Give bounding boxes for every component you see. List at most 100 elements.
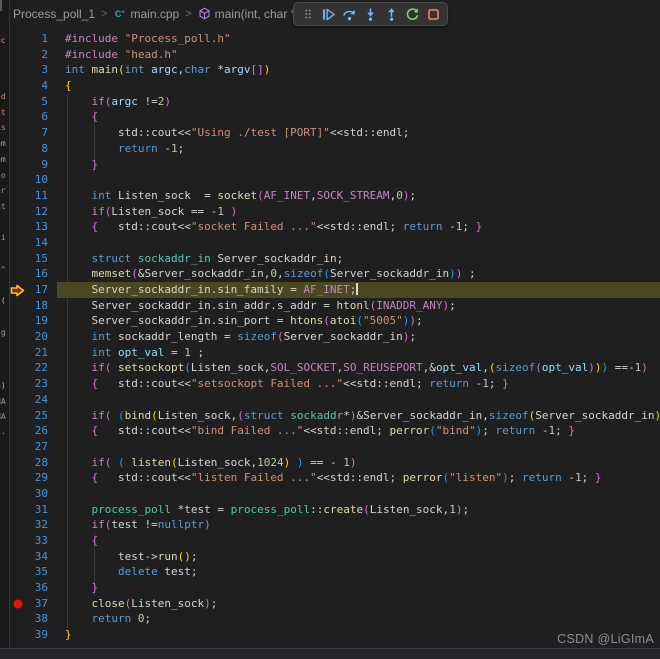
code-text: std::cout<<"Using ./test [PORT]"<<std::e… — [65, 126, 410, 140]
line-number[interactable]: 16 — [10, 266, 48, 282]
code-line[interactable]: 24 — [10, 392, 660, 408]
code-line[interactable]: 21 int opt_val = 1 ; — [10, 345, 660, 361]
code-line[interactable]: 26 { std::cout<<"bind Failed ..."<<std::… — [10, 423, 660, 439]
line-number[interactable]: 28 — [10, 455, 48, 471]
code-line[interactable]: 15 struct sockaddr_in Server_sockaddr_in… — [10, 251, 660, 267]
line-number[interactable]: 6 — [10, 109, 48, 125]
code-line[interactable]: 31 process_poll *test = process_poll::cr… — [10, 502, 660, 518]
code-line[interactable]: 36 } — [10, 580, 660, 596]
code-line[interactable]: 14 — [10, 235, 660, 251]
code-line[interactable]: 29 { std::cout<<"listen Failed ..."<<std… — [10, 470, 660, 486]
line-number[interactable]: 4 — [10, 78, 48, 94]
line-number[interactable]: 3 — [10, 62, 48, 78]
code-text: Server_sockaddr_in.sin_family = AF_INET; — [65, 283, 358, 296]
code-line[interactable]: 18 Server_sockaddr_in.sin_addr.s_addr = … — [10, 298, 660, 314]
code-line[interactable]: 19 Server_sockaddr_in.sin_port = htons(a… — [10, 313, 660, 329]
line-number[interactable]: 22 — [10, 360, 48, 376]
code-line[interactable]: 2 #include "head.h" — [10, 47, 660, 63]
code-line[interactable]: 22 if( setsockopt(Listen_sock,SOL_SOCKET… — [10, 360, 660, 376]
code-line[interactable]: 27 — [10, 439, 660, 455]
line-number[interactable]: 25 — [10, 408, 48, 424]
code-line[interactable]: 3 int main(int argc,char *argv[]) — [10, 62, 660, 78]
svg-text:+: + — [121, 10, 125, 16]
code-line[interactable]: 25 if( (bind(Listen_sock,(struct sockadd… — [10, 408, 660, 424]
code-line[interactable]: 34 test->run(); — [10, 549, 660, 565]
line-number[interactable]: 38 — [10, 611, 48, 627]
code-line[interactable]: 6 { — [10, 109, 660, 125]
clipped-code-fragment: c. — [0, 427, 6, 436]
code-text: struct sockaddr_in Server_sockaddr_in; — [91, 251, 344, 265]
line-number[interactable]: 12 — [10, 204, 48, 220]
breadcrumb-item-file[interactable]: C + main.cpp — [114, 7, 179, 21]
line-number[interactable]: 21 — [10, 345, 48, 361]
line-number[interactable]: 13 — [10, 219, 48, 235]
code-text: if( ( listen(Listen_sock,1024) ) == - 1) — [91, 455, 357, 469]
code-line[interactable]: 5 if(argc !=2) — [10, 94, 660, 110]
code-line[interactable]: 30 — [10, 486, 660, 502]
code-line[interactable]: 11 int Listen_sock = socket(AF_INET,SOCK… — [10, 188, 660, 204]
breakpoint-icon[interactable] — [13, 599, 23, 609]
line-number[interactable]: 27 — [10, 439, 48, 455]
continue-icon — [323, 8, 335, 20]
line-number[interactable]: 5 — [10, 94, 48, 110]
clipped-code-fragment: =c — [0, 36, 6, 45]
line-number[interactable]: 7 — [10, 125, 48, 141]
debug-current-line-icon[interactable] — [10, 284, 25, 297]
line-number[interactable]: 19 — [10, 313, 48, 329]
code-line[interactable]: 33 { — [10, 533, 660, 549]
line-number[interactable]: 33 — [10, 533, 48, 549]
code-line[interactable]: 17 Server_sockaddr_in.sin_family = AF_IN… — [10, 282, 660, 298]
breadcrumb-folder-label: Process_poll_1 — [13, 6, 96, 21]
code-area[interactable]: 1 #include "Process_poll.h" 2 #include "hea… — [10, 31, 660, 643]
code-line[interactable]: 16 memset(&Server_sockaddr_in,0,sizeof(S… — [10, 266, 660, 282]
code-line[interactable]: 20 int sockaddr_length = sizeof(Server_s… — [10, 329, 660, 345]
code-line[interactable]: 38 return 0; — [10, 611, 660, 627]
line-number[interactable]: 15 — [10, 251, 48, 267]
code-line[interactable]: 23 { std::cout<<"setsockopt Failed ..."<… — [10, 376, 660, 392]
line-number[interactable]: 23 — [10, 376, 48, 392]
line-number[interactable]: 11 — [10, 188, 48, 204]
line-number[interactable]: 2 — [10, 47, 48, 63]
line-number[interactable]: 18 — [10, 298, 48, 314]
line-number[interactable]: 32 — [10, 517, 48, 533]
line-number[interactable]: 8 — [10, 141, 48, 157]
line-number[interactable]: 36 — [10, 580, 48, 596]
step-out-button[interactable] — [382, 5, 401, 24]
code-line[interactable]: 8 return -1; — [10, 141, 660, 157]
line-number[interactable]: 31 — [10, 502, 48, 518]
stop-button[interactable] — [424, 5, 443, 24]
toolbar-drag-handle[interactable] — [298, 5, 317, 24]
code-line[interactable]: 37 close(Listen_sock); — [10, 596, 660, 612]
line-number[interactable]: 30 — [10, 486, 48, 502]
clipped-code-fragment: NA — [0, 412, 6, 421]
bottom-strip — [0, 648, 660, 659]
code-line[interactable]: 28 if( ( listen(Listen_sock,1024) ) == -… — [10, 455, 660, 471]
code-line[interactable]: 12 if(Listen_sock == -1 ) — [10, 204, 660, 220]
line-number[interactable]: 35 — [10, 564, 48, 580]
breadcrumb-item-folder[interactable]: Process_poll_1 — [13, 7, 95, 21]
code-line[interactable]: 1 #include "Process_poll.h" — [10, 31, 660, 47]
step-over-button[interactable] — [340, 5, 359, 24]
line-number[interactable]: 1 — [10, 31, 48, 47]
code-line[interactable]: 7 std::cout<<"Using ./test [PORT]"<<std:… — [10, 125, 660, 141]
restart-button[interactable] — [403, 5, 422, 24]
line-number[interactable]: 9 — [10, 157, 48, 173]
continue-button[interactable] — [319, 5, 338, 24]
line-number[interactable]: 39 — [10, 627, 48, 643]
code-line[interactable]: 10 — [10, 172, 660, 188]
code-line[interactable]: 35 delete test; — [10, 564, 660, 580]
code-line[interactable]: 4{ — [10, 78, 660, 94]
line-number[interactable]: 34 — [10, 549, 48, 565]
line-number[interactable]: 24 — [10, 392, 48, 408]
line-number[interactable]: 20 — [10, 329, 48, 345]
code-line[interactable]: 9 } — [10, 157, 660, 173]
code-line[interactable]: 13 { std::cout<<"socket Failed ..."<<std… — [10, 219, 660, 235]
line-number[interactable]: 26 — [10, 423, 48, 439]
code-text: { std::cout<<"setsockopt Failed ..."<<st… — [91, 377, 509, 391]
code-line[interactable]: 32 if(test !=nullptr) — [10, 517, 660, 533]
line-number[interactable]: 14 — [10, 235, 48, 251]
step-into-button[interactable] — [361, 5, 380, 24]
line-number[interactable]: 10 — [10, 172, 48, 188]
line-number[interactable]: 29 — [10, 470, 48, 486]
